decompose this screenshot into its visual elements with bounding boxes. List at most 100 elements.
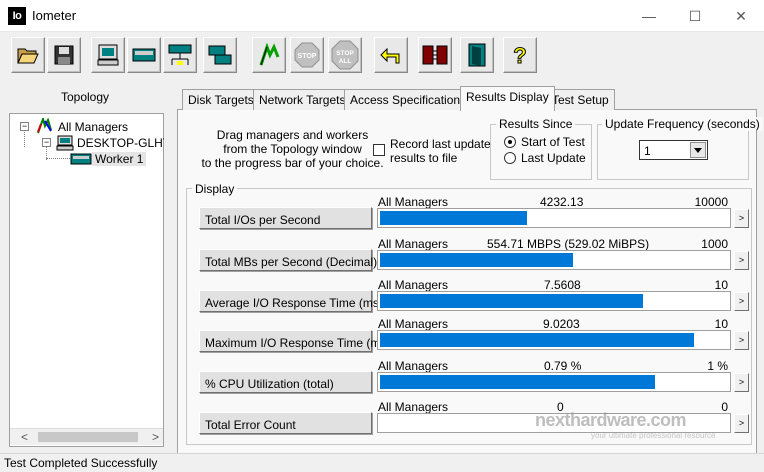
- exit-button[interactable]: [460, 37, 494, 73]
- about-button[interactable]: ?: [503, 37, 537, 73]
- metric-max: 10: [714, 278, 728, 292]
- stop-all-sign-icon: STOPALL: [331, 40, 359, 70]
- title-bar: Io Iometer — ☐ ✕: [0, 0, 764, 32]
- tree-item-worker[interactable]: Worker 1: [92, 152, 147, 166]
- tab-network-targets[interactable]: Network Targets: [253, 89, 352, 110]
- metric-button-error-count[interactable]: Total Error Count: [199, 412, 372, 434]
- metric-max: 10: [714, 317, 728, 331]
- open-config-button[interactable]: [11, 37, 45, 73]
- expand-toggle-icon[interactable]: −: [42, 138, 51, 147]
- metric-value: 4232.13: [540, 195, 584, 209]
- topology-title: Topology: [60, 90, 110, 104]
- metric-bar[interactable]: [377, 413, 731, 433]
- all-managers-icon: [35, 115, 55, 137]
- tab-disk-targets[interactable]: Disk Targets: [182, 89, 260, 110]
- close-icon: ✕: [735, 7, 747, 24]
- scroll-left-icon[interactable]: <: [21, 430, 28, 444]
- disconnect-managers-button[interactable]: [418, 37, 452, 73]
- metric-bar[interactable]: [377, 208, 731, 228]
- copy-worker-button[interactable]: [203, 37, 237, 73]
- status-text: Test Completed Successfully: [4, 456, 158, 470]
- record-results-checkbox[interactable]: [373, 144, 385, 156]
- metric-bar[interactable]: [377, 330, 731, 350]
- stop-test-button[interactable]: STOP: [290, 37, 324, 73]
- metric-bar[interactable]: [377, 291, 731, 311]
- metric-button-max-response[interactable]: Maximum I/O Response Time (ms): [199, 330, 390, 352]
- metric-expand-button[interactable]: >: [734, 251, 749, 270]
- network-worker-icon: [168, 44, 192, 65]
- radio-start-of-test-label[interactable]: Start of Test: [521, 135, 585, 149]
- expand-toggle-icon[interactable]: −: [20, 122, 29, 131]
- metric-button-total-ios[interactable]: Total I/Os per Second: [199, 207, 372, 229]
- metric-expand-button[interactable]: >: [734, 209, 749, 228]
- green-flag-icon: [259, 43, 280, 66]
- metric-source: All Managers: [378, 278, 449, 292]
- radio-start-of-test[interactable]: [504, 136, 516, 148]
- metric-button-cpu-utilization[interactable]: % CPU Utilization (total): [199, 371, 372, 393]
- manager-computer-icon: [56, 135, 74, 154]
- metric-value: 554.71 MBPS (529.02 MiBPS): [487, 237, 650, 251]
- stop-all-button[interactable]: STOP ALL: [328, 37, 362, 73]
- metric-button-avg-response[interactable]: Average I/O Response Time (ms): [199, 290, 383, 312]
- disconnect-icon: [422, 45, 448, 65]
- metric-source: All Managers: [378, 237, 449, 251]
- reset-workers-button[interactable]: [374, 37, 408, 73]
- radio-dot: [508, 140, 512, 144]
- radio-last-update-label[interactable]: Last Update: [521, 151, 586, 165]
- folder-open-icon: [17, 48, 39, 64]
- record-results-line: Record last update: [390, 137, 491, 151]
- start-test-button[interactable]: [252, 37, 286, 73]
- scroll-thumb[interactable]: [38, 432, 138, 442]
- metric-value: 0: [557, 400, 564, 414]
- metric-max: 10000: [694, 195, 728, 209]
- disk-worker-icon: [132, 48, 156, 62]
- update-frequency-select[interactable]: 1: [639, 140, 708, 160]
- metric-expand-button[interactable]: >: [734, 373, 749, 392]
- record-results-label: Record last update results to file: [390, 137, 491, 165]
- metric-expand-button[interactable]: >: [734, 292, 749, 311]
- tree-item-manager[interactable]: DESKTOP-GLHTM: [77, 136, 164, 150]
- display-legend: Display: [192, 182, 238, 196]
- metric-max: 1 %: [707, 359, 728, 373]
- start-display-manager-button[interactable]: [91, 37, 125, 73]
- worker-disk-icon: [70, 153, 92, 168]
- tab-access-specifications[interactable]: Access Specifications: [344, 89, 473, 110]
- exit-door-icon: [468, 43, 486, 67]
- maximize-icon: ☐: [688, 7, 702, 24]
- metric-button-total-mbs[interactable]: Total MBs per Second (Decimal): [199, 249, 377, 271]
- minimize-icon: —: [642, 8, 656, 24]
- metric-expand-button[interactable]: >: [734, 331, 749, 350]
- metric-bar[interactable]: [377, 372, 731, 392]
- metric-bar-fill: [380, 253, 574, 267]
- radio-last-update[interactable]: [504, 152, 516, 164]
- toolbar: STOP STOP ALL ?: [0, 33, 764, 79]
- tab-results-display[interactable]: Results Display: [460, 86, 555, 111]
- stop-label: STOP: [298, 53, 317, 60]
- metric-max: 0: [721, 400, 728, 414]
- chevron-right-icon: >: [738, 296, 745, 306]
- metric-value: 9.0203: [543, 317, 580, 331]
- close-button[interactable]: ✕: [718, 0, 764, 32]
- status-bar: Test Completed Successfully: [0, 453, 764, 472]
- metric-bar[interactable]: [377, 250, 731, 270]
- drag-hint-line: Drag managers and workers: [216, 128, 369, 142]
- start-network-worker-button[interactable]: [163, 37, 197, 73]
- stop-sign-icon: STOP: [294, 42, 320, 68]
- tab-test-setup[interactable]: Test Setup: [546, 89, 615, 110]
- update-frequency-legend: Update Frequency (seconds): [602, 117, 763, 131]
- help-label: ?: [513, 43, 526, 68]
- chevron-right-icon: >: [738, 377, 745, 387]
- maximize-button[interactable]: ☐: [672, 0, 718, 32]
- topology-tree[interactable]: − All Managers − DESKTOP-GLHTM Worker 1: [9, 113, 164, 447]
- topology-horizontal-scrollbar[interactable]: < >: [10, 428, 163, 445]
- metric-expand-button[interactable]: >: [734, 414, 749, 433]
- minimize-button[interactable]: —: [626, 0, 672, 32]
- save-config-button[interactable]: [47, 37, 81, 73]
- scroll-right-icon[interactable]: >: [152, 430, 159, 444]
- start-disk-worker-button[interactable]: [127, 37, 161, 73]
- chevron-down-icon[interactable]: [690, 142, 706, 158]
- chevron-right-icon: >: [738, 335, 745, 345]
- computer-manager-icon: [97, 44, 119, 66]
- tree-item-all-managers[interactable]: All Managers: [58, 120, 128, 134]
- app-logo-icon: Io: [8, 7, 26, 25]
